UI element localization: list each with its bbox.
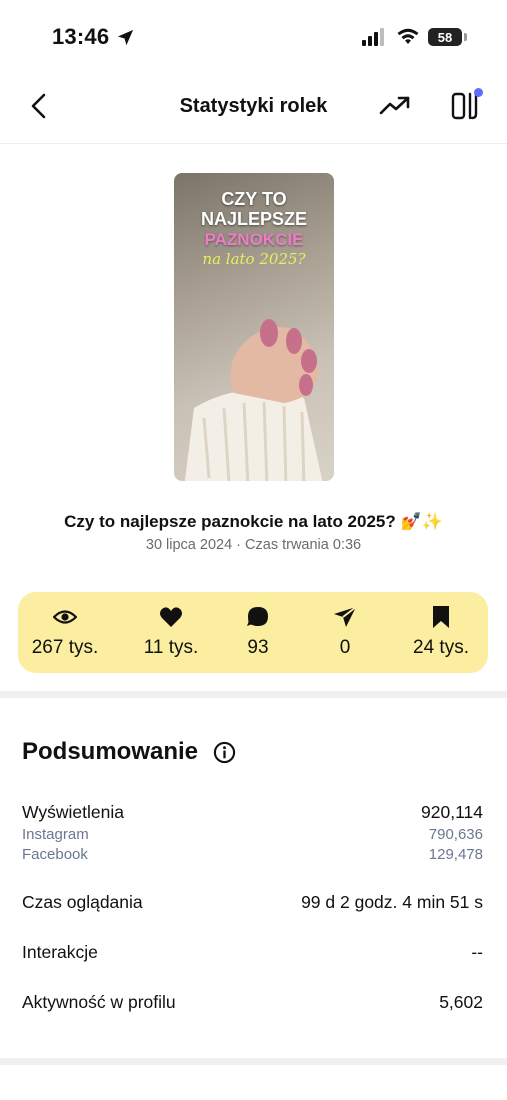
facebook-value: 129,478 [428, 846, 483, 863]
engagement-stats-card: 267 tys. 11 tys. 93 0 24 tys. [18, 592, 488, 673]
interactions-value: -- [471, 942, 483, 962]
stat-shares[interactable]: 0 [298, 592, 392, 673]
instagram-label: Instagram [22, 826, 89, 843]
stat-shares-value: 0 [339, 637, 351, 658]
notification-dot [474, 88, 483, 97]
watch-time-value: 99 d 2 godz. 4 min 51 s [301, 892, 483, 912]
facebook-label: Facebook [22, 846, 88, 863]
summary-title: Podsumowanie [22, 738, 199, 765]
status-bar: 13:46 58 [0, 0, 507, 76]
stat-views[interactable]: 267 tys. [18, 592, 112, 673]
views-label: Wyświetlenia [22, 802, 124, 822]
thumbnail-caption-line2: PAZNOKCIE [204, 230, 304, 249]
stat-likes[interactable]: 11 tys. [124, 592, 218, 673]
thumbnail-caption-line1: CZY TO NAJLEPSZE [174, 189, 334, 229]
bookmark-icon [433, 606, 449, 628]
stat-likes-value: 11 tys. [143, 637, 199, 658]
battery-indicator: 58 [428, 28, 462, 46]
thumbnail-caption-line3: na lato 2025? [202, 250, 306, 268]
heart-icon [160, 607, 182, 627]
profile-activity-label: Aktywność w profilu [22, 992, 176, 1012]
watch-time-label: Czas oglądania [22, 892, 143, 912]
comment-icon [247, 607, 268, 626]
stat-comments[interactable]: 93 [211, 592, 305, 673]
section-divider [0, 691, 507, 698]
thumbnail-caption-b: NAJLEPSZE [200, 209, 308, 229]
reel-title: Czy to najlepsze paznokcie na lato 2025?… [64, 512, 443, 531]
status-time: 13:46 [52, 24, 110, 49]
battery-cap [464, 33, 467, 41]
hand-image [230, 319, 319, 403]
section-divider-bottom [0, 1058, 507, 1065]
info-icon[interactable] [213, 741, 236, 764]
battery-level: 58 [437, 29, 453, 45]
eye-icon [53, 610, 77, 624]
trending-icon[interactable] [379, 94, 411, 116]
stat-views-value: 267 tys. [31, 637, 99, 658]
send-icon [334, 606, 357, 627]
reel-thumbnail[interactable]: CZY TO NAJLEPSZE PAZNOKCIE na lato 2025? [174, 173, 334, 481]
wifi-icon [397, 28, 419, 44]
location-arrow-icon [117, 29, 134, 46]
stat-saves[interactable]: 24 tys. [394, 592, 488, 673]
interactions-label: Interakcje [22, 942, 98, 962]
instagram-value: 790,636 [428, 826, 483, 843]
views-value: 920,114 [421, 802, 483, 822]
cellular-signal-icon [362, 28, 384, 46]
stat-comments-value: 93 [247, 637, 269, 658]
thumbnail-caption-a: CZY TO [221, 189, 287, 209]
stat-saves-value: 24 tys. [413, 637, 469, 658]
profile-activity-value: 5,602 [439, 992, 483, 1012]
page-title: Statystyki rolek [179, 95, 328, 117]
nav-bar: Statystyki rolek [0, 76, 507, 144]
reel-meta: 30 lipca 2024 · Czas trwania 0:36 [145, 537, 362, 553]
